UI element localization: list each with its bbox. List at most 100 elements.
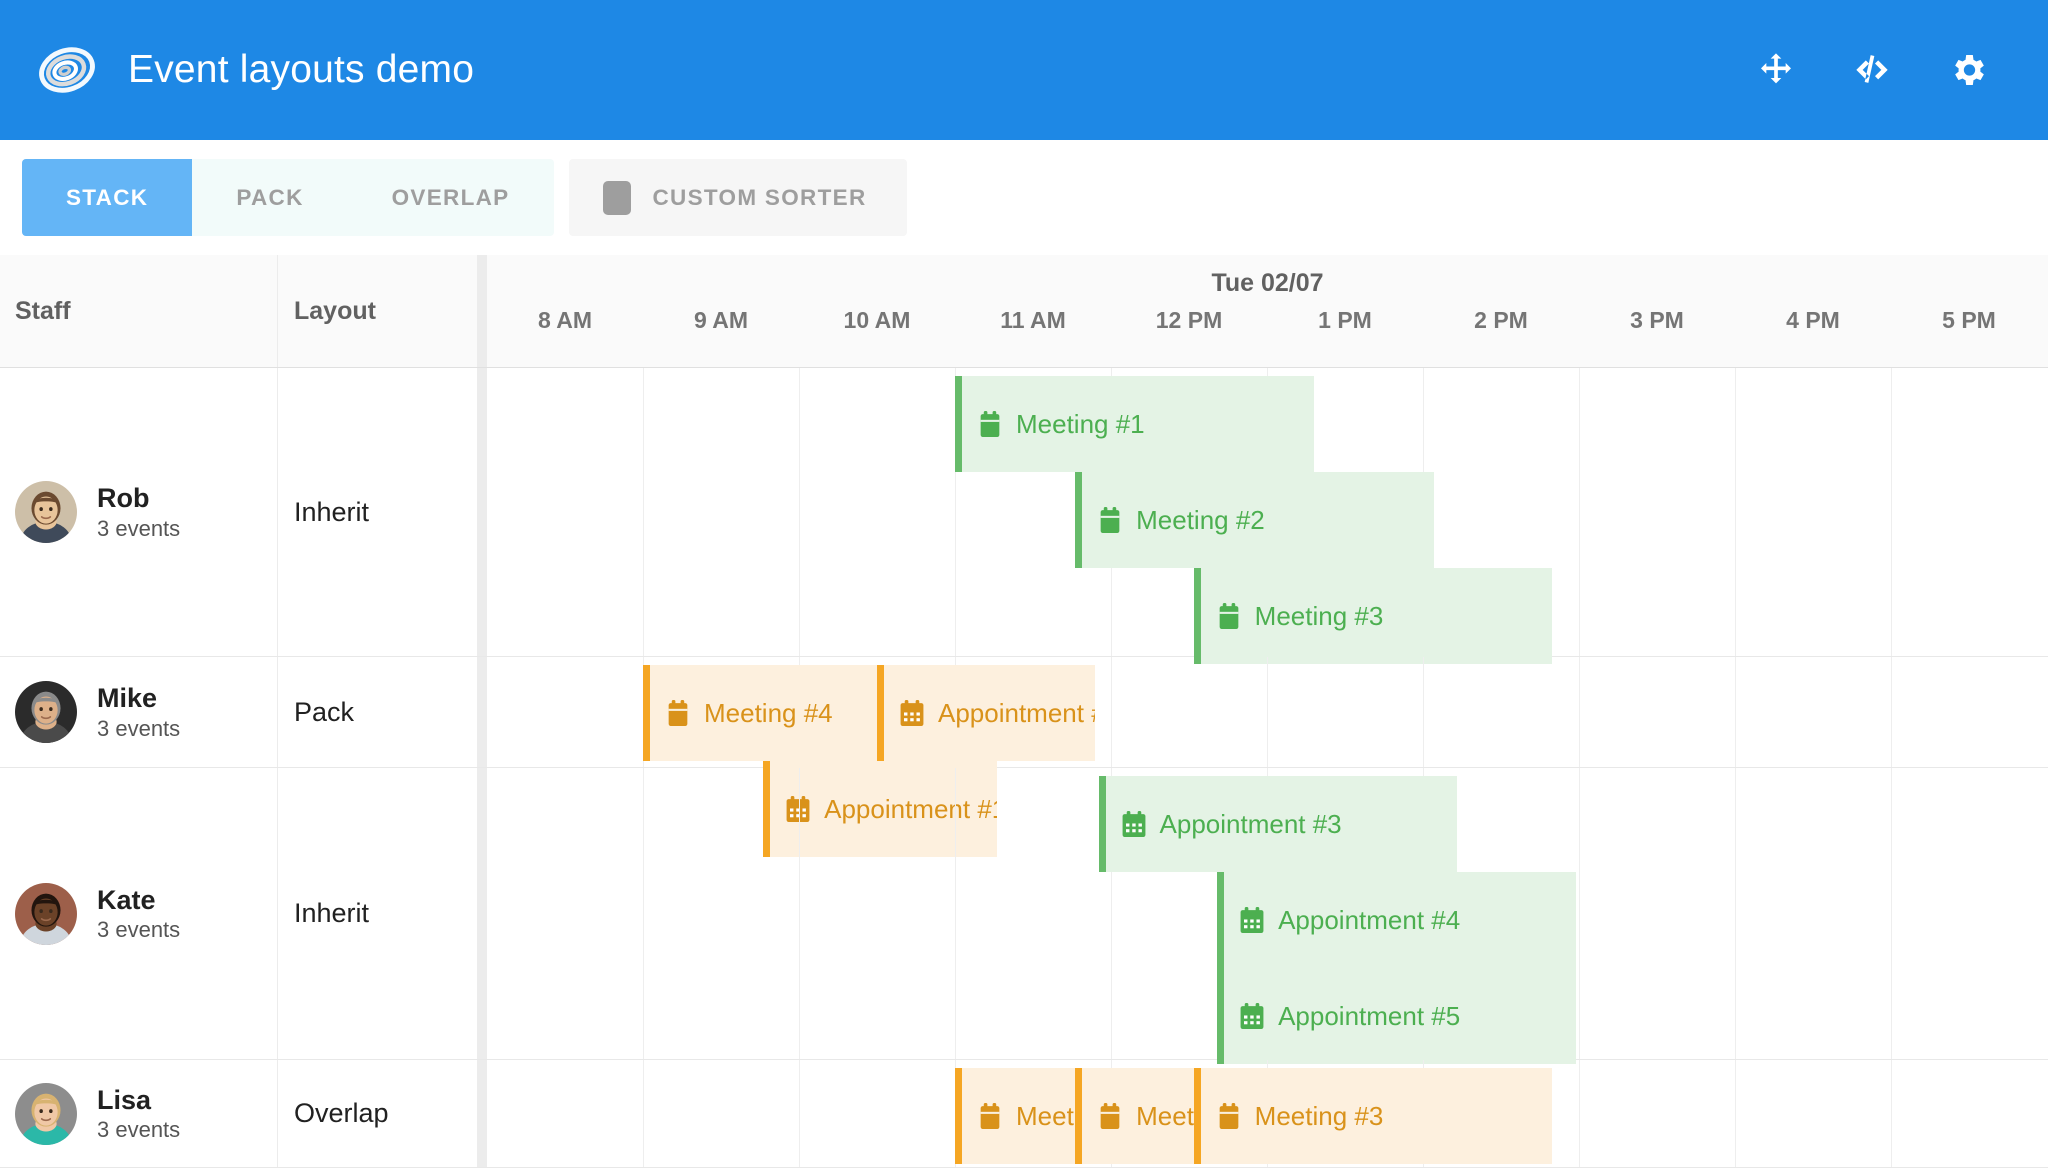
event-title: Meeting #4 (704, 697, 833, 728)
grid-line (643, 768, 644, 1059)
event-bar[interactable]: Meeting #1 (955, 376, 1314, 472)
event-bar[interactable]: Appointment #3 (1098, 776, 1458, 872)
custom-sorter-group[interactable]: CUSTOM SORTER (568, 159, 907, 236)
staff-cell: Mike 3 events (0, 657, 277, 767)
event-bar[interactable]: Appointment #2 (877, 665, 1096, 761)
app-header: Event layouts demo (0, 0, 2048, 140)
event-bar[interactable]: Appointment #5 (1217, 968, 1576, 1064)
grid-line (643, 1060, 644, 1167)
staff-event-count: 3 events (97, 715, 181, 741)
hour-label: 11 AM (1000, 307, 1066, 333)
custom-sorter-label: CUSTOM SORTER (652, 184, 867, 210)
page-title: Event layouts demo (128, 48, 475, 91)
table-row[interactable]: Kate 3 events Inherit Appointment #3 Appoint… (0, 768, 2048, 1064)
tab-overlap[interactable]: OVERLAP (348, 159, 554, 236)
event-bar[interactable]: Meeting #3 (1193, 568, 1553, 664)
staff-name: Mike (97, 683, 158, 714)
grid-line (799, 768, 800, 1059)
event-bar[interactable]: Meeting #3 (1193, 1068, 1553, 1164)
avatar (15, 1082, 77, 1145)
grid-line (799, 368, 800, 656)
layout-cell: Pack (277, 657, 477, 767)
hour-label: 10 AM (843, 307, 911, 333)
avatar (15, 681, 77, 743)
grid-line (643, 368, 644, 656)
grid-line (1891, 368, 1892, 656)
staff-cell: Rob 3 events (0, 368, 277, 656)
code-icon[interactable] (1852, 50, 1892, 90)
staff-cell: Kate 3 events (0, 768, 277, 1059)
avatar (15, 481, 77, 543)
tab-pack[interactable]: PACK (192, 159, 347, 236)
staff-name: Rob (97, 483, 150, 514)
grid-line (1579, 368, 1580, 656)
grid-line (1735, 768, 1736, 1059)
column-header-layout: Layout (277, 255, 477, 367)
grid-line (1891, 657, 1892, 767)
grid-line (1423, 657, 1424, 767)
grid-line (799, 1060, 800, 1167)
grid-line (1735, 657, 1736, 767)
grid-body: Rob 3 events Inherit Meeting #1 Meeting #2 Me… (0, 368, 2048, 1168)
column-header-staff: Staff (15, 296, 71, 325)
timeline-cell[interactable]: Meeting #4Appointment #2Appointment #1 (477, 657, 2048, 857)
event-title: Appointment #3 (1159, 808, 1342, 839)
hour-label: 2 PM (1474, 307, 1528, 333)
grid-line (1891, 768, 1892, 1059)
table-row[interactable]: Lisa3 eventsOverlapMeeting #1Meeting #2M… (0, 1060, 2048, 1168)
grid-line (1267, 657, 1268, 767)
tab-stack[interactable]: STACK (22, 159, 193, 236)
grid-header: Staff Layout Tue 02/07 8 AM 9 AM 10 AM 11 A… (0, 255, 2048, 368)
move-icon[interactable] (1756, 50, 1796, 90)
tab-custom-sorter[interactable]: CUSTOM SORTER (575, 159, 907, 236)
layout-cell: Overlap (277, 1060, 477, 1167)
hour-label: 4 PM (1786, 307, 1840, 333)
layout-cell: Inherit (277, 768, 477, 1059)
layout-cell: Inherit (277, 368, 477, 656)
hour-label: 1 PM (1318, 307, 1372, 333)
grid-line (1735, 368, 1736, 656)
hour-label: 5 PM (1942, 307, 1996, 333)
hour-label: 12 PM (1155, 307, 1223, 333)
layout-tabbar: STACK PACK OVERLAP CUSTOM SORTER (0, 140, 2048, 255)
event-title: Meeting #3 (1254, 600, 1384, 631)
gear-icon[interactable] (1948, 50, 1988, 90)
timeline-cell[interactable]: Appointment #3 Appointment #4 Appointment … (477, 768, 2048, 1064)
grid-line (1111, 657, 1112, 767)
table-row[interactable]: Rob 3 events Inherit Meeting #1 Meeting #2 Me… (0, 368, 2048, 664)
timeline-cell[interactable]: Meeting #1Meeting #2Meeting #3 (477, 1060, 2048, 1167)
grid-line (1891, 1060, 1892, 1167)
date-header: Tue 02/07 (1211, 269, 1324, 297)
hour-label: 3 PM (1630, 307, 1684, 333)
event-bar[interactable]: Meeting #4 (643, 665, 877, 761)
timeline-cell[interactable]: Meeting #1 Meeting #2 Meeting #3 (477, 368, 2048, 664)
event-title: Appointment #5 (1278, 1000, 1461, 1031)
event-title: Meeting #3 (1254, 1100, 1384, 1131)
staff-name: Lisa (97, 1084, 152, 1115)
grid-line (1735, 1060, 1736, 1167)
staff-event-count: 3 events (97, 515, 181, 541)
table-row[interactable]: Mike3 eventsPackMeeting #4Appointment #2… (0, 657, 2048, 857)
event-bar[interactable]: Meeting #2 (1075, 472, 1434, 568)
staff-event-count: 3 events (97, 1117, 181, 1143)
event-title: Appointment #2 (938, 697, 1095, 728)
staff-name: Kate (97, 884, 156, 915)
grid-line (1579, 768, 1580, 1059)
event-title: Meeting #1 (1016, 408, 1145, 439)
grid-line (955, 768, 956, 1059)
hour-label: 9 AM (693, 307, 749, 333)
hour-label: 8 AM (537, 307, 593, 333)
event-bar[interactable]: Appointment #4 (1217, 872, 1576, 968)
event-title: Meeting #2 (1136, 504, 1265, 535)
scheduler: Staff Layout Tue 02/07 8 AM 9 AM 10 AM 11 A… (0, 255, 2048, 1168)
checkbox-square-icon[interactable] (602, 180, 631, 215)
grid-line (1579, 657, 1580, 767)
layout-tab-group: STACK PACK OVERLAP (22, 159, 554, 236)
timeline-header: Tue 02/07 8 AM 9 AM 10 AM 11 AM 12 PM 1 PM 2 P… (477, 255, 2048, 367)
spiral-logo-icon (36, 39, 98, 101)
staff-cell: Lisa 3 events (0, 1060, 277, 1167)
event-title: Appointment #4 (1278, 904, 1461, 935)
staff-event-count: 3 events (97, 917, 181, 943)
grid-line (1579, 1060, 1580, 1167)
avatar (15, 882, 77, 945)
